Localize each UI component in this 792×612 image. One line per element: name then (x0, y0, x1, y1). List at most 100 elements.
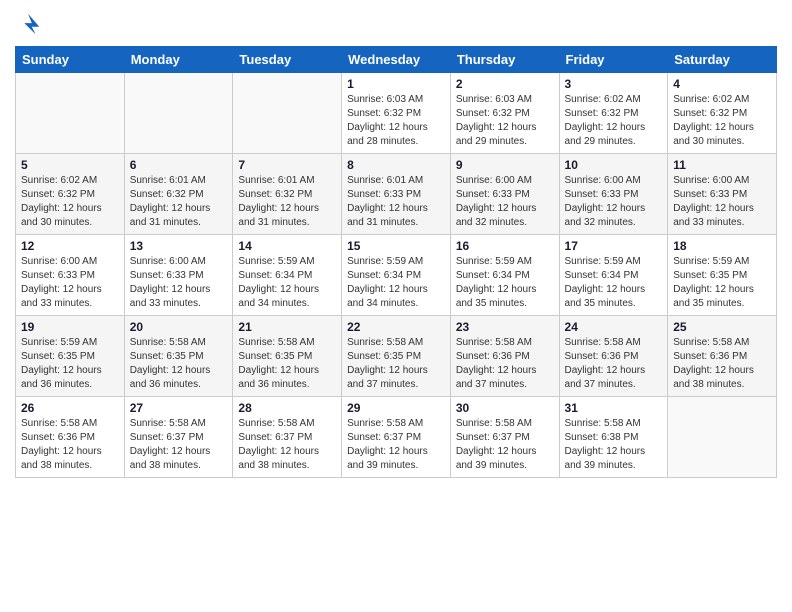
day-detail: Sunrise: 6:00 AM Sunset: 6:33 PM Dayligh… (456, 174, 554, 230)
calendar: SundayMondayTuesdayWednesdayThursdayFrid… (15, 46, 777, 478)
day-number: 18 (673, 239, 771, 253)
day-number: 27 (130, 401, 228, 415)
calendar-empty-day (233, 73, 342, 154)
day-number: 14 (238, 239, 336, 253)
calendar-day: 8 Sunrise: 6:01 AM Sunset: 6:33 PM Daylig… (342, 154, 451, 235)
day-header: Sunday (16, 47, 125, 73)
day-detail: Sunrise: 5:58 AM Sunset: 6:37 PM Dayligh… (456, 417, 554, 473)
calendar-header-row: SundayMondayTuesdayWednesdayThursdayFrid… (16, 47, 777, 73)
day-number: 16 (456, 239, 554, 253)
day-number: 22 (347, 320, 445, 334)
day-number: 19 (21, 320, 119, 334)
calendar-day: 4Sunrise: 6:02 AM Sunset: 6:32 PM Daylig… (668, 73, 777, 154)
calendar-day: 20 Sunrise: 5:58 AM Sunset: 6:35 PM Dayli… (124, 316, 233, 397)
calendar-day: 3 Sunrise: 6:02 AM Sunset: 6:32 PM Daylig… (559, 73, 668, 154)
day-number: 13 (130, 239, 228, 253)
calendar-day: 2Sunrise: 6:03 AM Sunset: 6:32 PM Daylig… (450, 73, 559, 154)
calendar-week-row: 12 Sunrise: 6:00 AM Sunset: 6:33 PM Dayli… (16, 235, 777, 316)
day-number: 9 (456, 158, 554, 172)
day-number: 6 (130, 158, 228, 172)
calendar-day: 23 Sunrise: 5:58 AM Sunset: 6:36 PM Dayli… (450, 316, 559, 397)
calendar-week-row: 19 Sunrise: 5:59 AM Sunset: 6:35 PM Dayli… (16, 316, 777, 397)
calendar-empty-day (124, 73, 233, 154)
day-detail: Sunrise: 6:00 AM Sunset: 6:33 PM Dayligh… (21, 255, 119, 311)
day-header: Friday (559, 47, 668, 73)
calendar-empty-day (668, 397, 777, 478)
day-detail: Sunrise: 5:59 AM Sunset: 6:34 PM Dayligh… (347, 255, 445, 311)
day-detail: Sunrise: 5:58 AM Sunset: 6:36 PM Dayligh… (565, 336, 663, 392)
day-number: 21 (238, 320, 336, 334)
calendar-day: 22 Sunrise: 5:58 AM Sunset: 6:35 PM Dayli… (342, 316, 451, 397)
day-detail: Sunrise: 6:01 AM Sunset: 6:32 PM Dayligh… (130, 174, 228, 230)
calendar-day: 25 Sunrise: 5:58 AM Sunset: 6:36 PM Dayli… (668, 316, 777, 397)
day-detail: Sunrise: 5:58 AM Sunset: 6:35 PM Dayligh… (238, 336, 336, 392)
header (15, 10, 777, 38)
calendar-empty-day (16, 73, 125, 154)
day-number: 12 (21, 239, 119, 253)
day-number: 25 (673, 320, 771, 334)
day-header: Saturday (668, 47, 777, 73)
day-detail: Sunrise: 5:59 AM Sunset: 6:34 PM Dayligh… (565, 255, 663, 311)
calendar-day: 26Sunrise: 5:58 AM Sunset: 6:36 PM Dayli… (16, 397, 125, 478)
calendar-day: 1 Sunrise: 6:03 AM Sunset: 6:32 PM Daylig… (342, 73, 451, 154)
calendar-day: 27 Sunrise: 5:58 AM Sunset: 6:37 PM Dayli… (124, 397, 233, 478)
day-number: 28 (238, 401, 336, 415)
calendar-day: 6 Sunrise: 6:01 AM Sunset: 6:32 PM Daylig… (124, 154, 233, 235)
day-number: 29 (347, 401, 445, 415)
day-detail: Sunrise: 6:02 AM Sunset: 6:32 PM Dayligh… (21, 174, 119, 230)
calendar-day: 21 Sunrise: 5:58 AM Sunset: 6:35 PM Dayli… (233, 316, 342, 397)
calendar-day: 18 Sunrise: 5:59 AM Sunset: 6:35 PM Dayli… (668, 235, 777, 316)
day-number: 5 (21, 158, 119, 172)
day-header: Wednesday (342, 47, 451, 73)
day-detail: Sunrise: 6:03 AM Sunset: 6:32 PM Dayligh… (347, 93, 445, 149)
day-detail: Sunrise: 6:02 AM Sunset: 6:32 PM Dayligh… (565, 93, 663, 149)
calendar-week-row: 5 Sunrise: 6:02 AM Sunset: 6:32 PM Daylig… (16, 154, 777, 235)
calendar-day: 15 Sunrise: 5:59 AM Sunset: 6:34 PM Dayli… (342, 235, 451, 316)
day-number: 31 (565, 401, 663, 415)
day-detail: Sunrise: 5:58 AM Sunset: 6:36 PM Dayligh… (673, 336, 771, 392)
day-detail: Sunrise: 5:59 AM Sunset: 6:35 PM Dayligh… (673, 255, 771, 311)
calendar-day: 29 Sunrise: 5:58 AM Sunset: 6:37 PM Dayli… (342, 397, 451, 478)
day-number: 23 (456, 320, 554, 334)
day-number: 7 (238, 158, 336, 172)
day-detail: Sunrise: 5:58 AM Sunset: 6:37 PM Dayligh… (347, 417, 445, 473)
day-detail: Sunrise: 5:58 AM Sunset: 6:37 PM Dayligh… (130, 417, 228, 473)
day-detail: Sunrise: 6:00 AM Sunset: 6:33 PM Dayligh… (673, 174, 771, 230)
logo (15, 10, 47, 38)
day-detail: Sunrise: 5:58 AM Sunset: 6:37 PM Dayligh… (238, 417, 336, 473)
day-header: Thursday (450, 47, 559, 73)
day-detail: Sunrise: 6:01 AM Sunset: 6:33 PM Dayligh… (347, 174, 445, 230)
calendar-day: 7Sunrise: 6:01 AM Sunset: 6:32 PM Daylig… (233, 154, 342, 235)
day-header: Tuesday (233, 47, 342, 73)
calendar-day: 13 Sunrise: 6:00 AM Sunset: 6:33 PM Dayli… (124, 235, 233, 316)
day-number: 26 (21, 401, 119, 415)
day-header: Monday (124, 47, 233, 73)
day-number: 20 (130, 320, 228, 334)
day-number: 8 (347, 158, 445, 172)
day-detail: Sunrise: 5:58 AM Sunset: 6:38 PM Dayligh… (565, 417, 663, 473)
calendar-day: 16 Sunrise: 5:59 AM Sunset: 6:34 PM Dayli… (450, 235, 559, 316)
day-number: 15 (347, 239, 445, 253)
page: SundayMondayTuesdayWednesdayThursdayFrid… (0, 0, 792, 612)
calendar-day: 5 Sunrise: 6:02 AM Sunset: 6:32 PM Daylig… (16, 154, 125, 235)
day-detail: Sunrise: 5:58 AM Sunset: 6:35 PM Dayligh… (130, 336, 228, 392)
day-detail: Sunrise: 5:58 AM Sunset: 6:36 PM Dayligh… (456, 336, 554, 392)
day-detail: Sunrise: 6:03 AM Sunset: 6:32 PM Dayligh… (456, 93, 554, 149)
calendar-day: 14Sunrise: 5:59 AM Sunset: 6:34 PM Dayli… (233, 235, 342, 316)
calendar-day: 11 Sunrise: 6:00 AM Sunset: 6:33 PM Dayli… (668, 154, 777, 235)
calendar-day: 10Sunrise: 6:00 AM Sunset: 6:33 PM Dayli… (559, 154, 668, 235)
day-detail: Sunrise: 5:58 AM Sunset: 6:35 PM Dayligh… (347, 336, 445, 392)
day-number: 30 (456, 401, 554, 415)
calendar-day: 9 Sunrise: 6:00 AM Sunset: 6:33 PM Daylig… (450, 154, 559, 235)
day-detail: Sunrise: 5:59 AM Sunset: 6:34 PM Dayligh… (456, 255, 554, 311)
day-detail: Sunrise: 6:02 AM Sunset: 6:32 PM Dayligh… (673, 93, 771, 149)
calendar-day: 31 Sunrise: 5:58 AM Sunset: 6:38 PM Dayli… (559, 397, 668, 478)
day-detail: Sunrise: 5:59 AM Sunset: 6:35 PM Dayligh… (21, 336, 119, 392)
calendar-day: 30 Sunrise: 5:58 AM Sunset: 6:37 PM Dayli… (450, 397, 559, 478)
day-number: 1 (347, 77, 445, 91)
day-number: 3 (565, 77, 663, 91)
day-number: 11 (673, 158, 771, 172)
calendar-day: 17Sunrise: 5:59 AM Sunset: 6:34 PM Dayli… (559, 235, 668, 316)
calendar-day: 24Sunrise: 5:58 AM Sunset: 6:36 PM Dayli… (559, 316, 668, 397)
day-detail: Sunrise: 6:00 AM Sunset: 6:33 PM Dayligh… (130, 255, 228, 311)
